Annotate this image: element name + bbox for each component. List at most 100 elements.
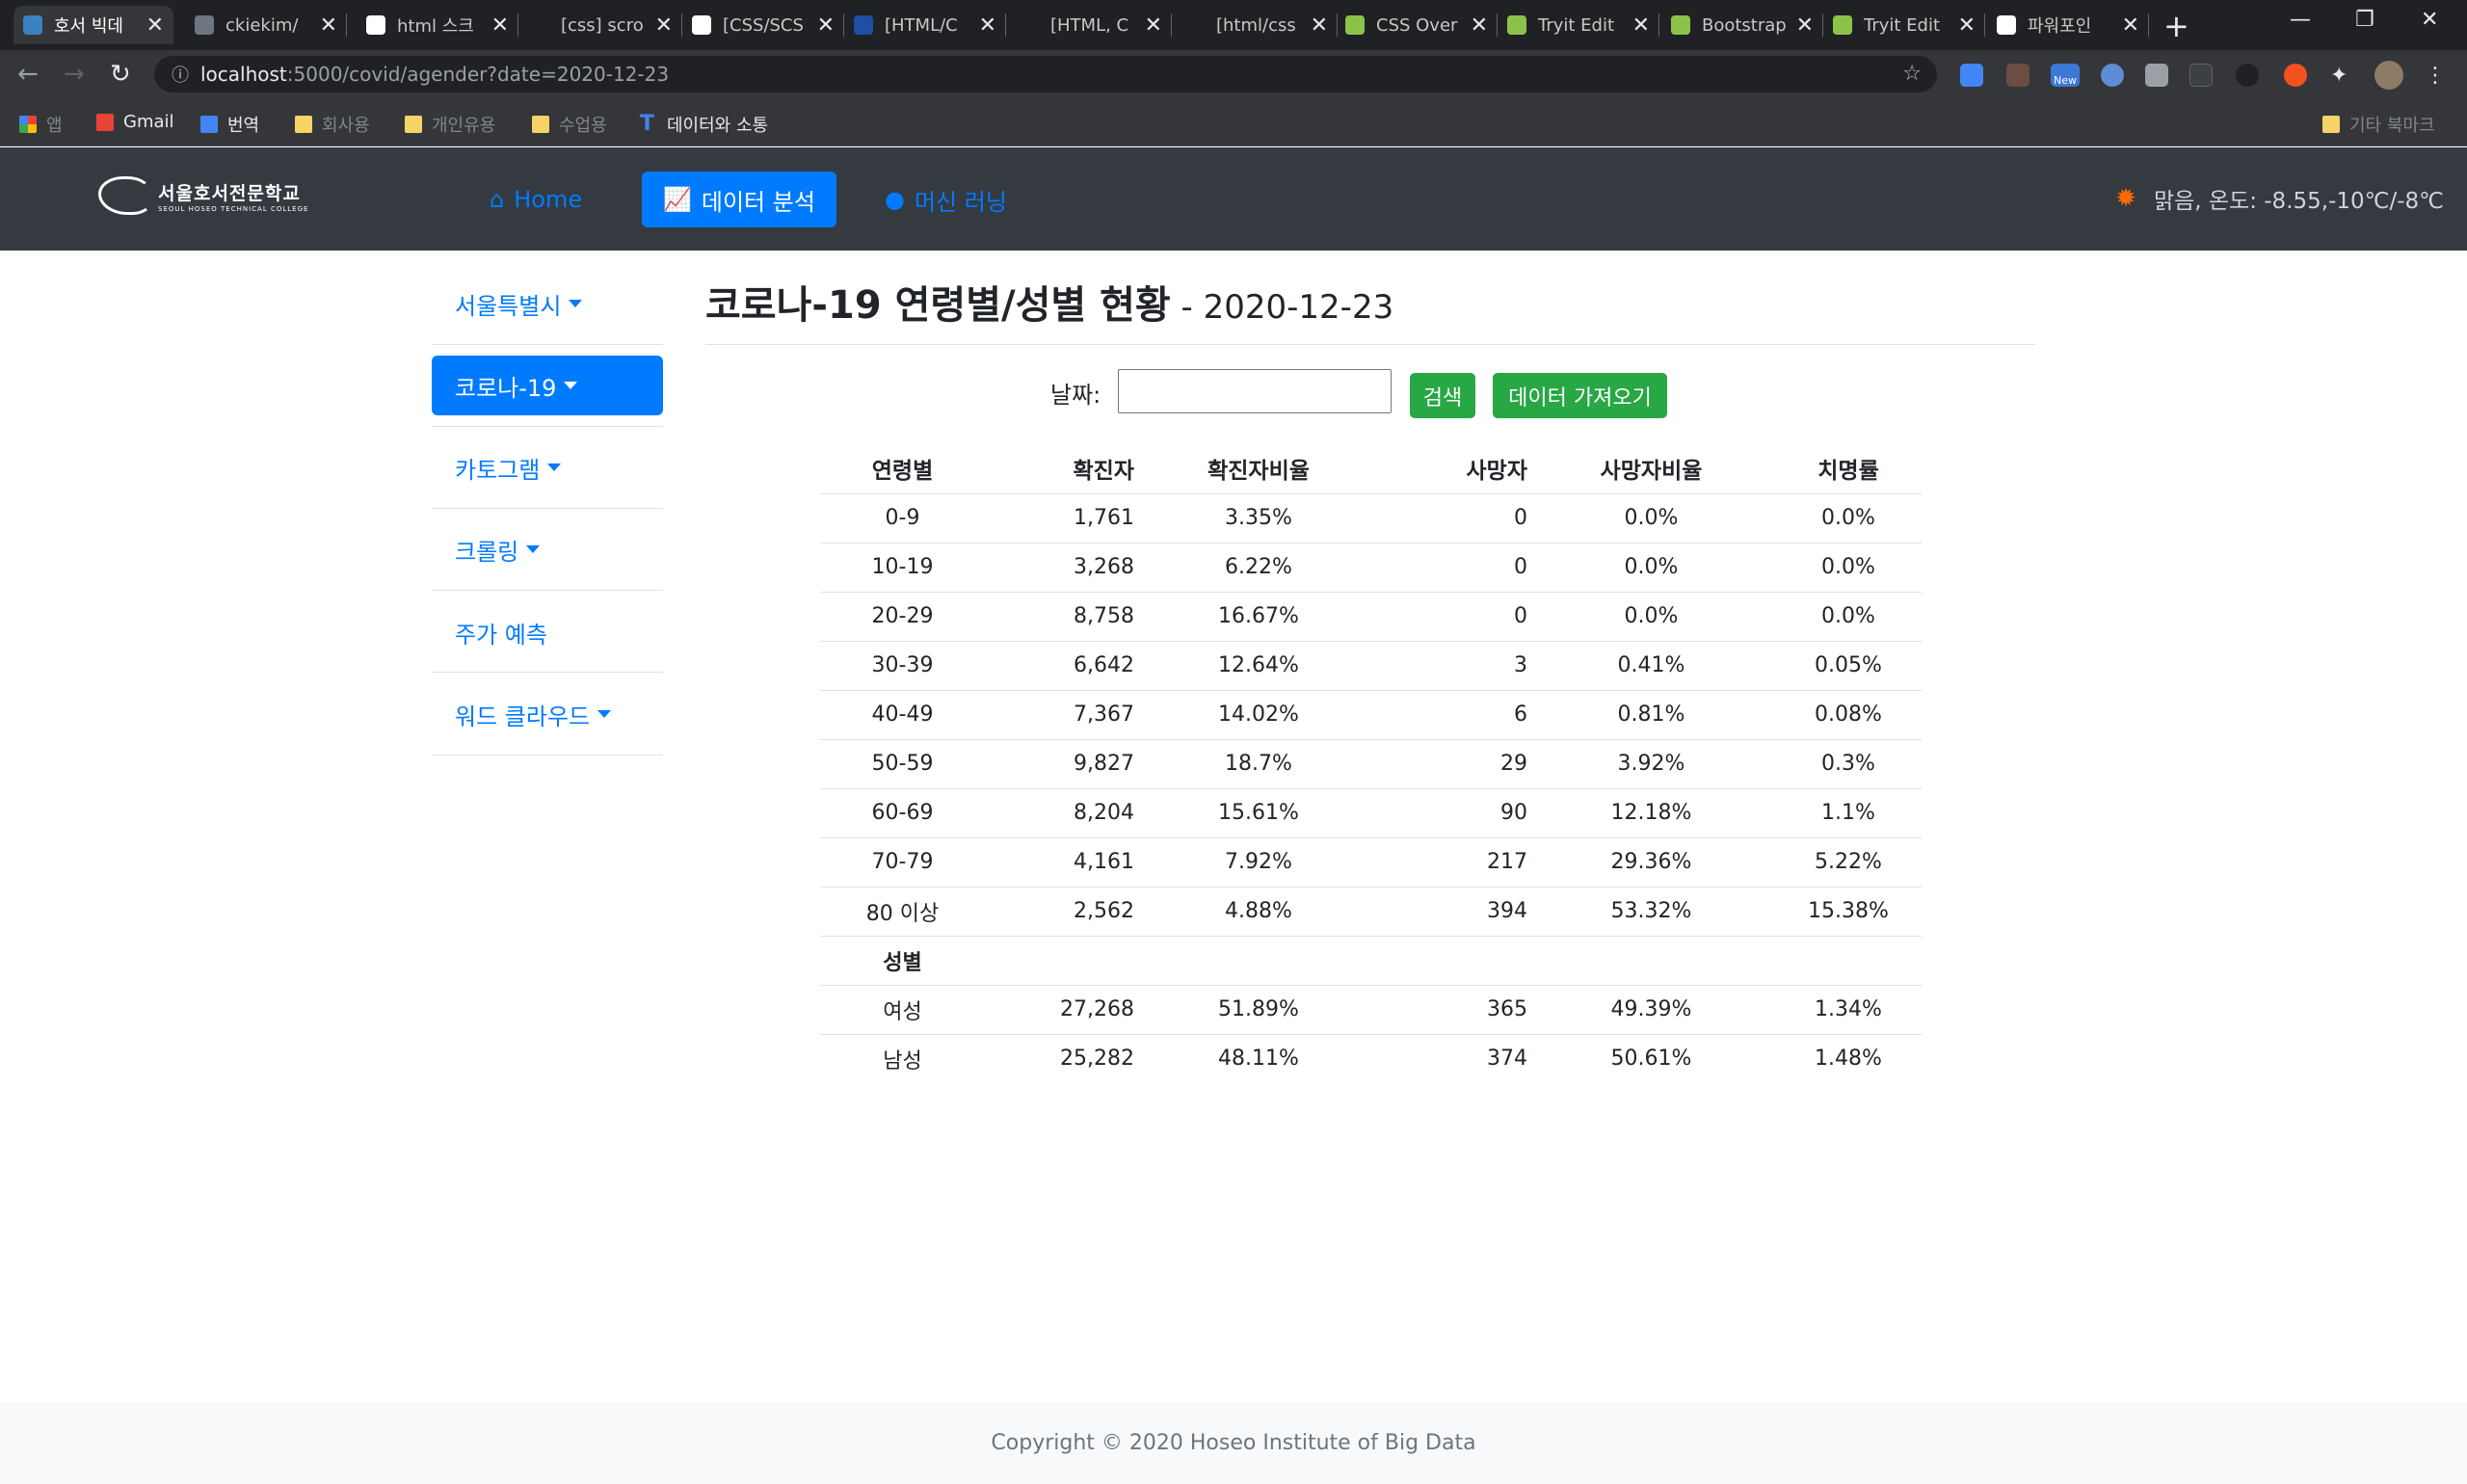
- tab-close-icon[interactable]: ✕: [817, 13, 835, 38]
- table-cell: 3: [1383, 640, 1527, 690]
- sidebar-item-cartogram[interactable]: 카토그램: [432, 437, 663, 497]
- browser-tab[interactable]: 파워포인 ✕: [1987, 6, 2149, 44]
- browser-tab[interactable]: [CSS/SCS ✕: [682, 6, 844, 44]
- forward-icon[interactable]: →: [64, 60, 85, 89]
- browser-tab[interactable]: ckiekim/ ✕: [185, 6, 347, 44]
- table-cell: 4,161: [985, 836, 1134, 887]
- bookmark-folder-personal[interactable]: 개인유용: [405, 112, 495, 137]
- fetch-data-button[interactable]: 데이터 가져오기: [1493, 373, 1667, 418]
- bookmark-data-comm[interactable]: T 데이터와 소통: [640, 112, 768, 137]
- nav-machine-learning[interactable]: ● 머신 러닝: [863, 172, 1028, 227]
- tab-close-icon[interactable]: ✕: [1632, 13, 1650, 38]
- tab-close-icon[interactable]: ✕: [979, 13, 996, 38]
- age-gender-table: 연령별 확진자 확진자비율 사망자 사망자비율 치명률 0-9 1,761 3.35…: [820, 444, 1922, 1083]
- close-window-icon[interactable]: ✕: [2421, 8, 2438, 32]
- new-extension-badge[interactable]: New: [2051, 64, 2080, 87]
- browser-tab[interactable]: html 스크 ✕: [357, 6, 518, 44]
- extension-circle-icon[interactable]: [2101, 64, 2124, 87]
- browser-tab[interactable]: CSS Over ✕: [1336, 6, 1498, 44]
- bookmark-apps[interactable]: 앱: [19, 112, 63, 137]
- tab-close-icon[interactable]: ✕: [1145, 13, 1162, 38]
- date-label: 날짜:: [1050, 382, 1101, 409]
- browser-tab[interactable]: [HTML, C ✕: [1010, 6, 1172, 44]
- sidebar-item-stock-prediction[interactable]: 주가 예측: [432, 602, 663, 662]
- tab-close-icon[interactable]: ✕: [655, 13, 673, 38]
- dark-extension-icon[interactable]: [2236, 64, 2259, 87]
- logo-english-text: SEOUL HOSEO TECHNICAL COLLEGE: [158, 204, 309, 213]
- folder-icon: [295, 116, 312, 133]
- browser-tab[interactable]: Bootstrap ✕: [1661, 6, 1823, 44]
- reload-icon[interactable]: ↻: [110, 60, 131, 89]
- orange-extension-icon[interactable]: [2284, 64, 2307, 87]
- nav-home[interactable]: ⌂ Home: [468, 172, 603, 227]
- tab-title: 호서 빅데: [54, 16, 123, 37]
- table-cell: 1,761: [1074, 506, 1134, 530]
- restore-icon[interactable]: ❐: [2355, 8, 2374, 32]
- menu-kebab-icon[interactable]: ⋮: [2425, 64, 2448, 88]
- browser-tab[interactable]: 호서 빅데 ✕: [13, 6, 173, 44]
- bookmark-star-icon[interactable]: ☆: [1902, 62, 1922, 86]
- bookmarks-bar: 앱 Gmail 번역 회사용 개인유용 수업용 T 데이터와 소통 기타 북마크: [0, 98, 2467, 146]
- copyright-text: Copyright © 2020 Hoseo Institute of Big …: [991, 1431, 1476, 1455]
- bookmark-label: 데이터와 소통: [667, 116, 769, 136]
- empty-cell: [1775, 935, 1922, 985]
- weather-widget: ✹ 맑음, 온도: -8.55,-10℃/-8℃: [2115, 182, 2444, 215]
- tab-close-icon[interactable]: ✕: [491, 13, 509, 38]
- bookmark-folder-class[interactable]: 수업용: [532, 112, 607, 137]
- table-cell: 12.64%: [1134, 640, 1383, 690]
- back-icon[interactable]: ←: [17, 60, 39, 89]
- table-cell: 0-9: [885, 506, 920, 530]
- table-cell: 80 이상: [820, 886, 985, 936]
- bookmark-other[interactable]: 기타 북마크: [2322, 112, 2435, 137]
- tab-close-icon[interactable]: ✕: [1796, 13, 1814, 38]
- browser-tab[interactable]: Tryit Edit ✕: [1823, 6, 1985, 44]
- table-cell: 10-19: [820, 542, 985, 592]
- site-info-icon[interactable]: ⓘ: [172, 62, 189, 87]
- tab-close-icon[interactable]: ✕: [2122, 13, 2139, 38]
- tab-title: [HTML, C: [1050, 14, 1129, 36]
- sidebar-item-seoul[interactable]: 서울특별시: [432, 274, 663, 333]
- table-header-row: 연령별 확진자 확진자비율 사망자 사망자비율 치명률: [820, 444, 1922, 494]
- font-extension-icon[interactable]: [2189, 64, 2213, 87]
- nav-data-analysis[interactable]: 📈 데이터 분석: [642, 172, 836, 227]
- new-tab-button[interactable]: +: [2163, 8, 2189, 44]
- browser-tab[interactable]: [html/css ✕: [1176, 6, 1338, 44]
- nav-label: 머신 러닝: [914, 188, 1007, 216]
- bookmark-label: 기타 북마크: [2349, 116, 2435, 136]
- tab-close-icon[interactable]: ✕: [320, 13, 337, 38]
- chart-line-icon: 📈: [663, 186, 692, 213]
- tab-close-icon[interactable]: ✕: [1471, 13, 1488, 38]
- bookmark-translate[interactable]: 번역: [200, 112, 259, 137]
- sidebar-item-covid19[interactable]: 코로나-19: [432, 356, 663, 415]
- profile-avatar[interactable]: [2374, 61, 2403, 90]
- table-cell: 0.81%: [1527, 689, 1775, 739]
- sidebar-item-word-cloud[interactable]: 워드 클라우드: [432, 684, 663, 744]
- date-input[interactable]: [1118, 369, 1392, 413]
- extensions-puzzle-icon[interactable]: ✦: [2330, 64, 2353, 88]
- tab-favicon-icon: [854, 15, 873, 35]
- search-button[interactable]: 검색: [1410, 373, 1475, 418]
- url-bar[interactable]: ⓘ localhost :5000/covid/agender?date=202…: [154, 56, 1937, 93]
- tab-close-icon[interactable]: ✕: [1311, 13, 1328, 38]
- sidebar-item-label: 카토그램: [455, 456, 541, 484]
- table-cell: 0: [1514, 506, 1527, 530]
- browser-tab[interactable]: [css] scro ✕: [520, 6, 682, 44]
- browser-tab[interactable]: Tryit Edit ✕: [1498, 6, 1659, 44]
- bookmark-folder-company[interactable]: 회사용: [295, 112, 370, 137]
- table-cell: 6,642: [985, 640, 1134, 690]
- tab-title: CSS Over: [1376, 14, 1458, 36]
- bookmark-gmail[interactable]: Gmail: [96, 112, 174, 132]
- caret-down-icon: [547, 464, 562, 471]
- sidebar-item-crawling[interactable]: 크롤링: [432, 519, 663, 579]
- color-picker-extension-icon[interactable]: [2006, 64, 2029, 87]
- table-row: 남성 25,282 48.11% 374 50.61% 1.48%: [820, 1033, 1922, 1083]
- caret-down-icon: [569, 300, 583, 307]
- translate-extension-icon[interactable]: [1960, 64, 1983, 87]
- tab-title: Tryit Edit: [1538, 14, 1615, 36]
- tab-close-icon[interactable]: ✕: [146, 13, 164, 38]
- minimize-icon[interactable]: —: [2290, 8, 2311, 32]
- tab-close-icon[interactable]: ✕: [1958, 13, 1976, 38]
- browser-tab[interactable]: [HTML/C ✕: [844, 6, 1006, 44]
- print-extension-icon[interactable]: [2145, 64, 2168, 87]
- college-logo[interactable]: 서울호서전문학교 SEOUL HOSEO TECHNICAL COLLEGE: [98, 176, 308, 215]
